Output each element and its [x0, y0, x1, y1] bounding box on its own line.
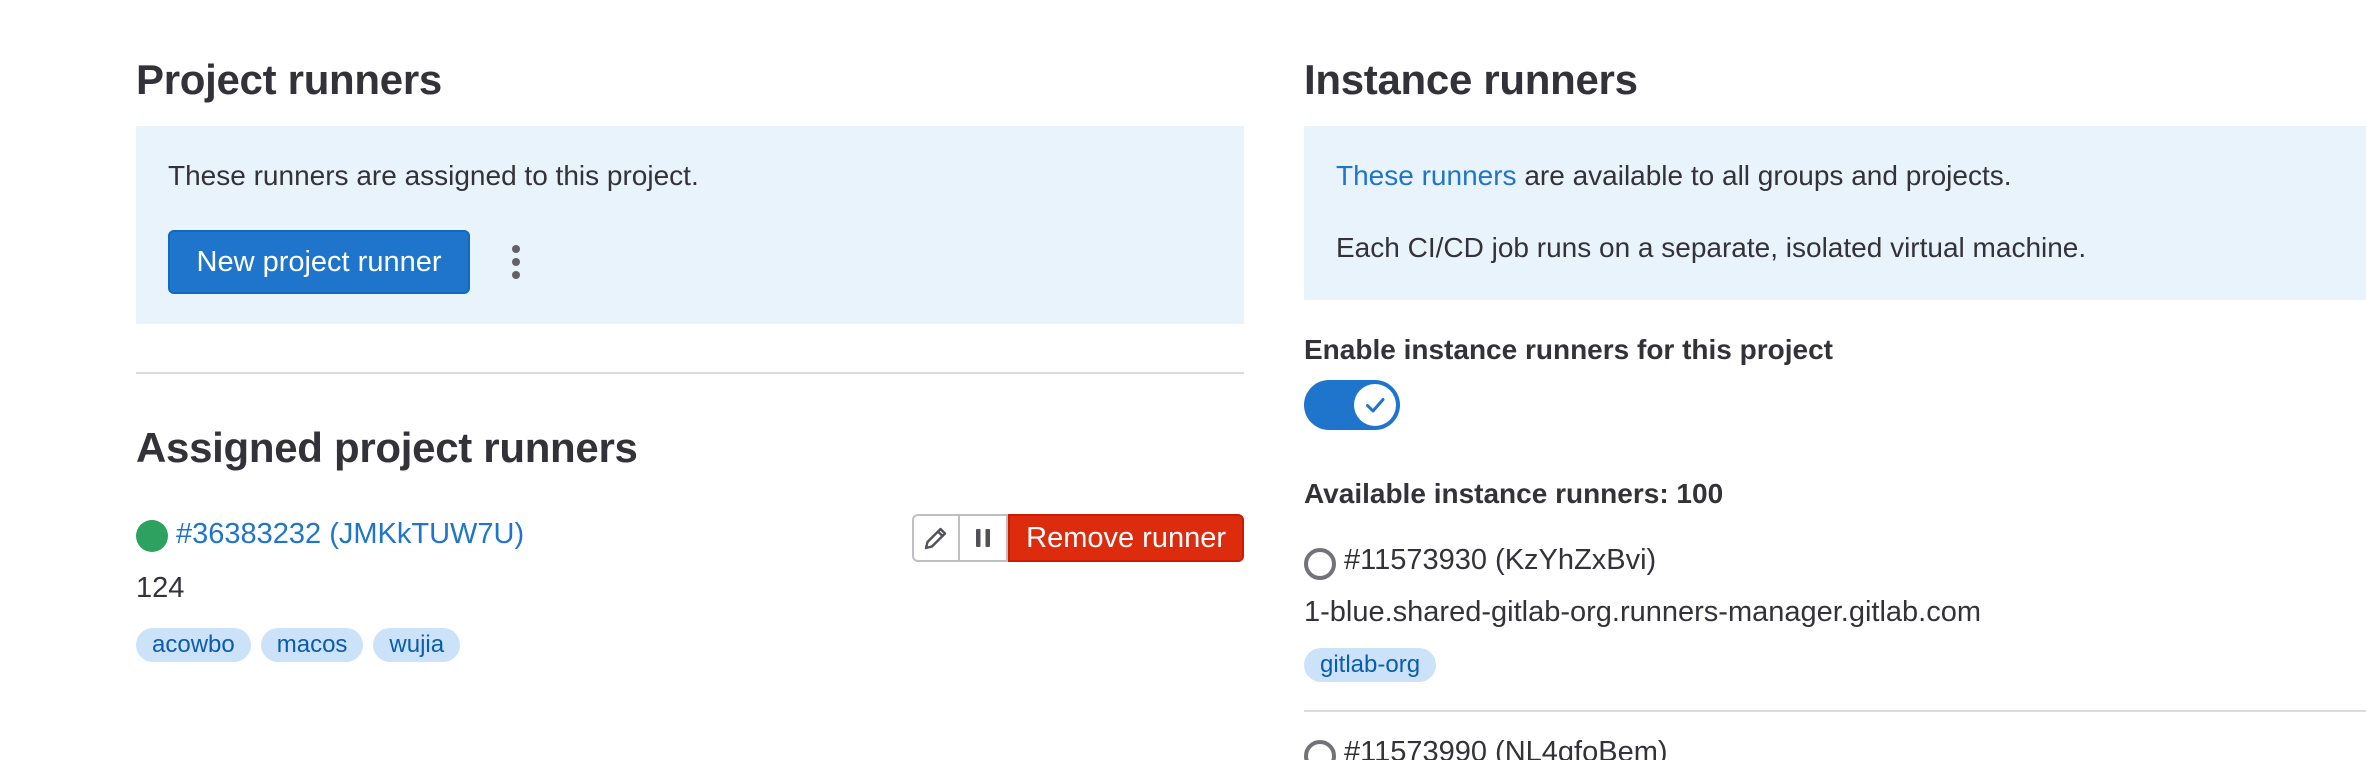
runner-link[interactable]: #36383232 (JMKkTUW7U) — [176, 518, 524, 551]
runner-tag: macos — [260, 628, 364, 662]
project-runners-info-panel: These runners are assigned to this proje… — [136, 126, 1244, 324]
toggle-label: Enable instance runners for this project — [1304, 334, 1834, 365]
instance-runners-title: Instance runners — [1304, 56, 1638, 103]
new-project-runner-button[interactable]: New project runner — [168, 230, 470, 294]
instance-runner-divider — [1304, 710, 2366, 712]
status-offline-icon — [1304, 548, 1336, 580]
status-offline-icon — [1304, 740, 1336, 760]
enable-instance-runners-toggle[interactable] — [1304, 380, 1400, 430]
runner-tag: wujia — [373, 628, 461, 662]
ellipsis-v-icon — [512, 245, 520, 279]
runner-description: 124 — [136, 572, 185, 604]
pause-runner-button[interactable] — [960, 514, 1009, 562]
instance-runners-info-text: These runners are available to all group… — [1336, 160, 2012, 192]
status-online-icon — [136, 520, 168, 552]
info-text-rest: are available to all groups and projects… — [1516, 160, 2012, 191]
pencil-icon — [924, 527, 947, 550]
runner-tag: gitlab-org — [1304, 648, 1437, 682]
runner-tags: acowbo macos wujia — [136, 628, 461, 662]
more-actions-button[interactable] — [488, 234, 544, 290]
section-divider — [136, 372, 1244, 374]
instance-runners-info-text-2: Each CI/CD job runs on a separate, isola… — [1336, 232, 2087, 263]
runner-actions: Remove runner — [912, 514, 1244, 562]
toggle-knob — [1354, 384, 1396, 426]
project-runners-info-text: These runners are assigned to this proje… — [168, 160, 699, 191]
assigned-runners-title: Assigned project runners — [136, 424, 638, 471]
check-icon — [1366, 398, 1385, 413]
pause-icon — [976, 529, 991, 547]
instance-runner-tags: gitlab-org — [1304, 648, 1437, 682]
remove-runner-button[interactable]: Remove runner — [1008, 514, 1244, 562]
assigned-runner-row: #36383232 (JMKkTUW7U) Remove runner — [136, 514, 1244, 562]
instance-runners-info-panel: These runners are available to all group… — [1304, 126, 2366, 300]
runner-tag: acowbo — [136, 628, 251, 662]
instance-runner-title: #11573930 (KzYhZxBvi) — [1344, 544, 1657, 576]
instance-runner-title: #11573990 (NL4gfoBem) — [1344, 736, 1668, 760]
available-instance-runners-count: Available instance runners: 100 — [1304, 478, 1724, 509]
instance-runner-description: 1-blue.shared-gitlab-org.runners-manager… — [1304, 596, 1982, 628]
edit-runner-button[interactable] — [912, 514, 961, 562]
these-runners-link[interactable]: These runners — [1336, 160, 1517, 191]
project-runners-title: Project runners — [136, 56, 442, 103]
